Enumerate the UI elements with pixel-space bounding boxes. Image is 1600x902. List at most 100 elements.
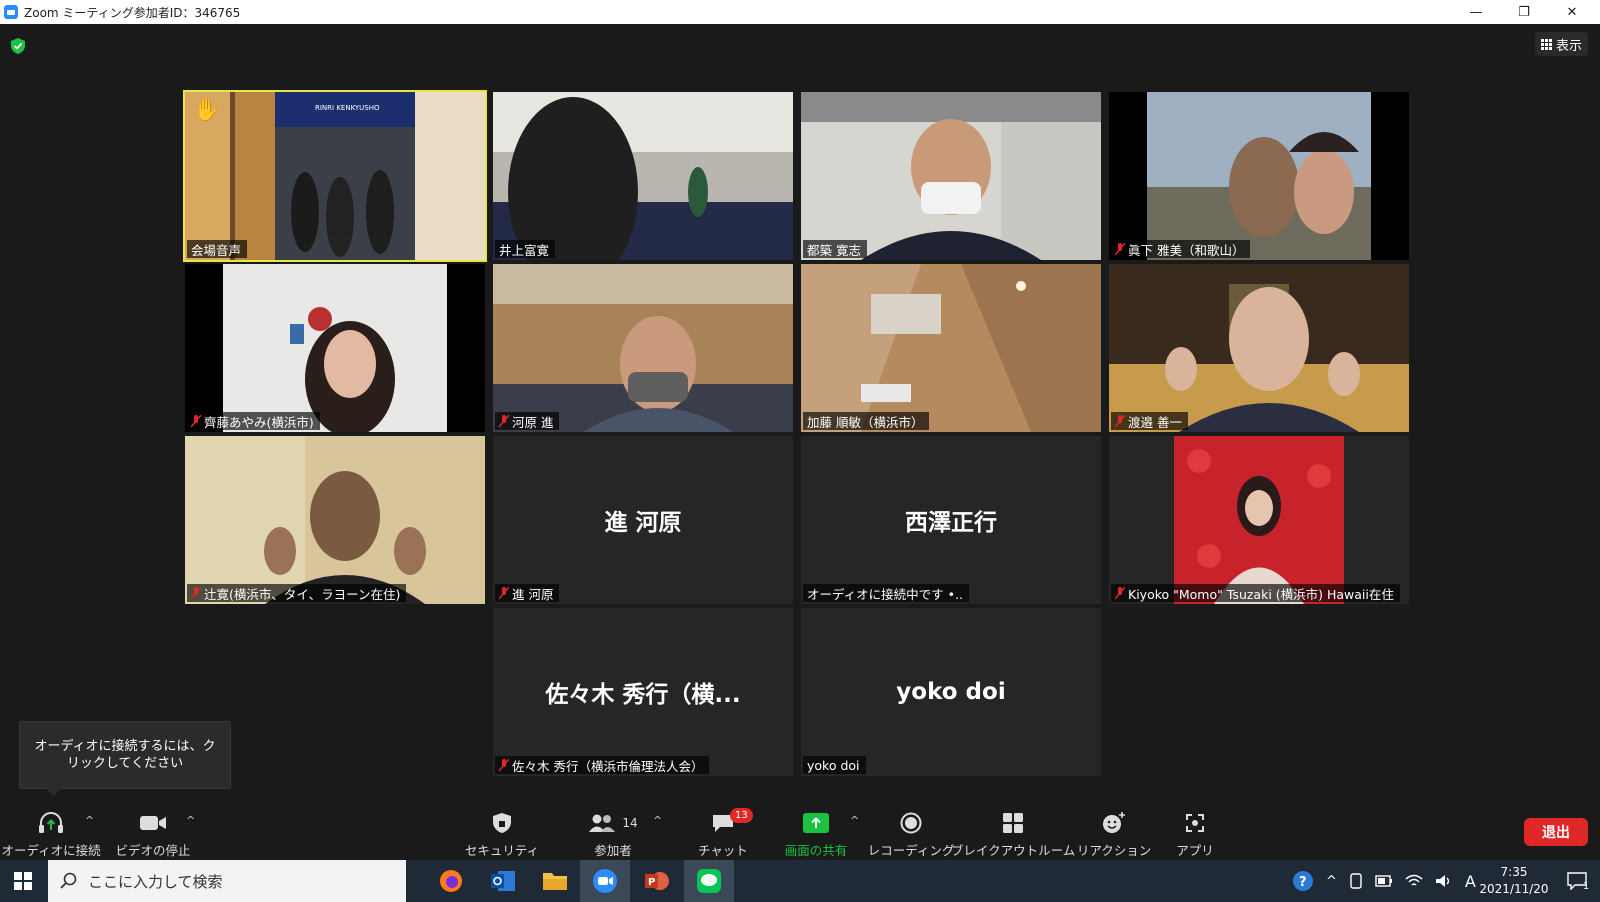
encryption-shield-icon[interactable] [11,38,25,54]
video-feed [1109,264,1409,432]
leave-meeting-button[interactable]: 退出 [1524,818,1588,846]
share-screen-icon [803,813,829,833]
participants-options-caret[interactable]: ^ [653,814,662,827]
view-button-label: 表示 [1555,38,1582,54]
video-feed [801,92,1101,260]
view-button[interactable]: 表示 [1534,32,1588,56]
clock-date: 2021/11/20 [1479,882,1549,896]
video-camera-icon [140,816,166,830]
line-app-icon [697,869,721,893]
meeting-stage: 表示 RINRI KENKYUSHO ✋ 会場音声 井上富寛 都築 寛志 眞下 … [0,24,1600,808]
notification-count: 1 [1582,880,1590,892]
chat-unread-badge: 13 [730,808,753,823]
apps-icon [1186,814,1204,832]
close-button[interactable]: ✕ [1548,0,1596,24]
powerpoint-icon: P [645,872,669,890]
maximize-button[interactable]: ❐ [1500,0,1548,24]
participant-display-name: 佐々木 秀行（横... [545,682,741,708]
svg-text:P: P [648,877,655,888]
windows-start-button[interactable] [0,860,46,902]
record-icon [900,812,922,834]
powerpoint-taskbar-icon[interactable]: P [632,860,682,902]
breakout-rooms-icon [1003,813,1023,833]
participant-display-name: yoko doi [896,679,1006,705]
line-taskbar-icon[interactable] [684,860,734,902]
muted-mic-icon [499,758,509,771]
video-feed: RINRI KENKYUSHO [185,92,485,260]
outlook-icon [491,871,515,891]
muted-mic-icon [499,586,509,599]
video-tile[interactable]: 佐々木 秀行（横... 佐々木 秀行（横浜市倫理法人会） [493,608,793,776]
firefox-taskbar-icon[interactable] [426,860,476,902]
device-icon[interactable] [1349,873,1363,889]
video-feed [185,264,485,432]
window-title: Zoom ミーティング参加者ID：346765 [24,5,241,20]
participants-icon [589,814,616,832]
video-options-caret[interactable]: ^ [186,814,195,827]
outlook-taskbar-icon[interactable] [478,860,528,902]
video-tile[interactable]: 加藤 順敏（横浜市） [801,264,1101,432]
video-tile[interactable]: 眞下 雅美（和歌山） [1109,92,1409,260]
participant-name: 会場音声 [187,240,248,258]
participants-button[interactable]: 14 参加者 [578,808,648,860]
video-feed [1109,92,1409,260]
share-screen-button[interactable]: 画面の共有 [778,808,854,860]
video-tile[interactable]: 井上富寛 [493,92,793,260]
wifi-icon[interactable] [1405,874,1423,888]
help-icon[interactable]: ? [1292,870,1314,892]
share-options-caret[interactable]: ^ [850,814,859,827]
minimize-button[interactable]: — [1452,0,1500,24]
grid-view-icon [1540,38,1552,50]
search-placeholder: ここに入力して検索 [88,872,223,891]
video-tile[interactable]: RINRI KENKYUSHO ✋ 会場音声 [183,90,487,262]
participant-name: Kiyoko "Momo" Tsuzaki (横浜市) Hawaii在住 [1111,584,1400,602]
apps-button[interactable]: アプリ [1160,808,1230,860]
stop-video-button[interactable]: ビデオの停止 [112,808,194,860]
svg-text:?: ? [1299,875,1307,890]
venue-banner-text: RINRI KENKYUSHO [315,104,380,112]
video-feed [493,92,793,260]
taskbar-search[interactable]: ここに入力して検索 [48,860,406,902]
video-tile[interactable]: 齊藤あやみ(横浜市) [185,264,485,432]
video-tile[interactable]: 河原 進 [493,264,793,432]
record-button[interactable]: レコーディング [868,808,954,860]
security-button[interactable]: セキュリティ [462,808,542,860]
video-tile[interactable]: Kiyoko "Momo" Tsuzaki (横浜市) Hawaii在住 [1109,436,1409,604]
file-explorer-taskbar-icon[interactable] [530,860,580,902]
participant-name: オーディオに接続中です •.. [803,584,969,602]
video-tile[interactable]: 西澤正行 オーディオに接続中です •.. [801,436,1101,604]
battery-icon[interactable] [1375,875,1393,887]
breakout-rooms-button[interactable]: ブレイクアウトルーム [951,808,1075,860]
chat-button[interactable]: 13 チャット [690,808,756,860]
video-tile[interactable]: yoko doi yoko doi [801,608,1101,776]
muted-mic-icon [1115,414,1125,427]
muted-mic-icon [191,414,201,427]
participant-name: 井上富寛 [495,240,556,258]
audio-connect-tooltip: オーディオに接続するには、ク リックしてください [19,721,231,796]
notifications-button[interactable]: 1 [1558,860,1598,902]
zoom-taskbar-icon[interactable] [580,860,630,902]
zoom-icon [593,869,617,893]
video-tile[interactable]: 都築 寛志 [801,92,1101,260]
video-tile[interactable]: 渡邉 善一 [1109,264,1409,432]
participant-name: 眞下 雅美（和歌山） [1111,240,1251,258]
meeting-toolbar: オーディオに接続 ^ ビデオの停止 ^ セキュリティ 14 参加者 ^ 13 チ… [0,808,1600,860]
participant-name: 渡邉 善一 [1111,412,1188,430]
reactions-button[interactable]: リアクション [1077,808,1151,860]
video-tile[interactable]: 辻寛(横浜市、タイ、ラヨーン在住) [185,436,485,604]
raised-hand-icon: ✋ [193,98,221,123]
participant-name: 加藤 順敏（横浜市） [803,412,930,430]
folder-icon [543,873,567,890]
audio-options-caret[interactable]: ^ [85,814,94,827]
show-hidden-icons-chevron[interactable]: ^ [1326,874,1337,889]
participant-name: 河原 進 [495,412,560,430]
muted-mic-icon [191,586,201,599]
video-tile[interactable]: 進 河原 進 河原 [493,436,793,604]
taskbar-clock[interactable]: 7:35 2021/11/20 [1474,864,1554,898]
join-audio-button[interactable]: オーディオに接続 [1,808,101,860]
volume-icon[interactable] [1435,874,1453,888]
firefox-icon [440,870,462,892]
muted-mic-icon [1115,586,1125,599]
clock-time: 7:35 [1500,865,1528,879]
participant-display-name: 進 河原 [604,510,682,536]
